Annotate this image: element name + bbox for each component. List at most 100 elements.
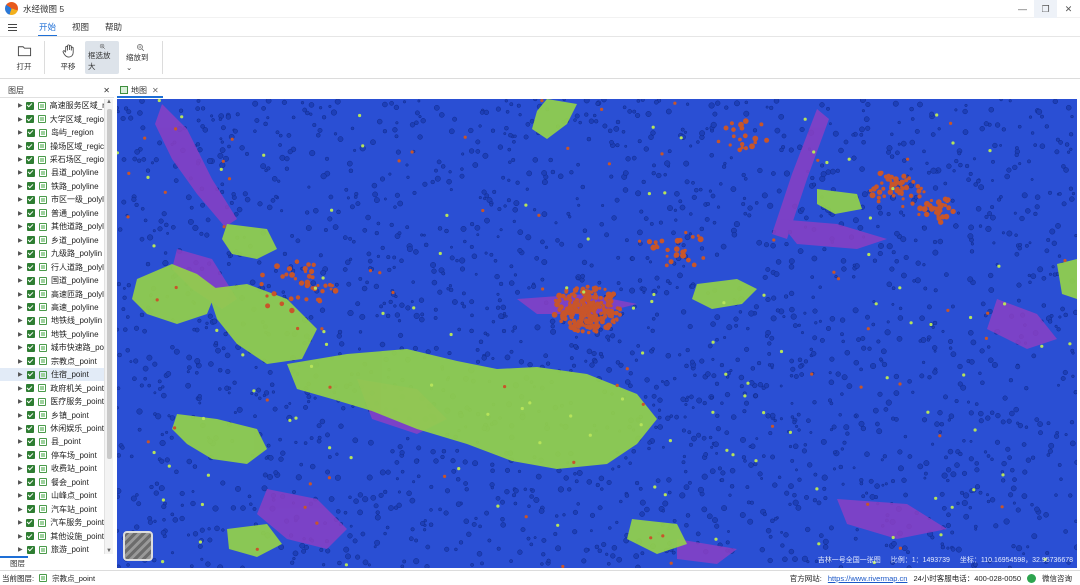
layer-visibility-checkbox[interactable] <box>26 397 35 406</box>
expand-chevron-icon[interactable]: ▶ <box>18 116 23 123</box>
layer-visibility-checkbox[interactable] <box>27 249 35 258</box>
pan-button[interactable]: 平移 <box>56 41 80 74</box>
layer-item[interactable]: ▶ 操场区域_regic <box>0 139 104 152</box>
layer-visibility-checkbox[interactable] <box>26 384 35 393</box>
layer-visibility-checkbox[interactable] <box>26 532 35 541</box>
layer-visibility-checkbox[interactable] <box>26 518 35 527</box>
expand-chevron-icon[interactable]: ▶ <box>18 210 24 217</box>
menu-view[interactable]: 视图 <box>71 21 90 33</box>
close-icon[interactable]: ✕ <box>103 86 110 95</box>
site-link[interactable]: https://www.rivermap.cn <box>828 574 908 583</box>
layer-item[interactable]: ▶ 政府机关_point <box>0 381 104 394</box>
layer-item[interactable]: ▶ 高速匝路_polyl <box>0 287 104 300</box>
expand-chevron-icon[interactable]: ▶ <box>18 277 24 284</box>
layer-item[interactable]: ▶ 其他设施_point <box>0 529 104 542</box>
expand-chevron-icon[interactable]: ▶ <box>18 250 24 257</box>
layer-item[interactable]: ▶ 市区一级_polyl <box>0 193 104 206</box>
expand-chevron-icon[interactable]: ▶ <box>18 438 24 445</box>
expand-chevron-icon[interactable]: ▶ <box>18 546 24 553</box>
layer-item[interactable]: ▶ 山峰点_point <box>0 489 104 502</box>
layer-item[interactable]: ▶ 休闲娱乐_point <box>0 422 104 435</box>
layer-item[interactable]: ▶ 高速服务区域_reg <box>0 99 104 112</box>
expand-chevron-icon[interactable]: ▶ <box>18 479 24 486</box>
layer-list-scrollbar[interactable]: ▲ ▼ <box>104 99 113 554</box>
layer-item[interactable]: ▶ 城市快速路_po <box>0 341 104 354</box>
layer-item[interactable]: ▶ 九级路_polylin <box>0 247 104 260</box>
layer-visibility-checkbox[interactable] <box>26 142 35 151</box>
layer-visibility-checkbox[interactable] <box>27 545 35 554</box>
scroll-up-icon[interactable]: ▲ <box>106 99 112 105</box>
layer-item[interactable]: ▶ 地铁_polyline <box>0 328 104 341</box>
layer-visibility-checkbox[interactable] <box>27 222 35 231</box>
layer-item[interactable]: ▶ 大学区域_regio <box>0 112 104 125</box>
expand-chevron-icon[interactable]: ▶ <box>18 371 24 378</box>
expand-chevron-icon[interactable]: ▶ <box>18 533 23 540</box>
layer-item[interactable]: ▶ 铁路_polyline <box>0 180 104 193</box>
minimize-button[interactable]: — <box>1011 0 1034 18</box>
basemap-switcher-button[interactable] <box>123 531 153 561</box>
layer-visibility-checkbox[interactable] <box>27 263 35 272</box>
layer-item[interactable]: ▶ 乡道_polyline <box>0 234 104 247</box>
map-tab[interactable]: 地图 ✕ <box>117 84 163 98</box>
layer-item[interactable]: ▶ 停车场_point <box>0 449 104 462</box>
expand-chevron-icon[interactable]: ▶ <box>18 385 23 392</box>
layer-visibility-checkbox[interactable] <box>27 464 35 473</box>
scroll-down-icon[interactable]: ▼ <box>106 548 112 554</box>
layer-item[interactable]: ▶ 收费站_point <box>0 462 104 475</box>
layer-item[interactable]: ▶ 国道_polyline <box>0 274 104 287</box>
layer-visibility-checkbox[interactable] <box>25 101 34 110</box>
layer-visibility-checkbox[interactable] <box>25 155 34 164</box>
hamburger-menu-icon[interactable] <box>8 23 24 31</box>
expand-chevron-icon[interactable]: ▶ <box>18 317 24 324</box>
expand-chevron-icon[interactable]: ▶ <box>18 304 24 311</box>
expand-chevron-icon[interactable]: ▶ <box>18 264 24 271</box>
zoom-to-button[interactable]: 缩放到 ⌄ <box>123 41 157 74</box>
expand-chevron-icon[interactable]: ▶ <box>18 156 23 163</box>
layer-visibility-checkbox[interactable] <box>27 451 35 460</box>
expand-chevron-icon[interactable]: ▶ <box>18 143 23 150</box>
expand-chevron-icon[interactable]: ▶ <box>18 331 24 338</box>
expand-chevron-icon[interactable]: ▶ <box>18 425 23 432</box>
layer-visibility-checkbox[interactable] <box>27 290 35 299</box>
layer-visibility-checkbox[interactable] <box>27 478 35 487</box>
layer-item[interactable]: ▶ 汽车服务_point <box>0 516 104 529</box>
layer-item[interactable]: ▶ 县道_polyline <box>0 166 104 179</box>
expand-chevron-icon[interactable]: ▶ <box>18 519 23 526</box>
scrollbar-thumb[interactable] <box>107 109 112 459</box>
expand-chevron-icon[interactable]: ▶ <box>18 465 24 472</box>
wechat-consult-link[interactable]: 微信咨询 <box>1042 573 1072 584</box>
layer-visibility-checkbox[interactable] <box>26 424 35 433</box>
expand-chevron-icon[interactable]: ▶ <box>18 452 24 459</box>
layer-visibility-checkbox[interactable] <box>27 168 35 177</box>
layer-item[interactable]: ▶ 宗教点_point <box>0 355 104 368</box>
layer-visibility-checkbox[interactable] <box>27 370 35 379</box>
layer-item[interactable]: ▶ 普通_polyline <box>0 207 104 220</box>
expand-chevron-icon[interactable]: ▶ <box>18 492 24 499</box>
zoom-box-button[interactable]: 框选放大 <box>85 41 119 74</box>
expand-chevron-icon[interactable]: ▶ <box>18 506 24 513</box>
layer-item[interactable]: ▶ 县_point <box>0 435 104 448</box>
layer-item[interactable]: ▶ 地铁线_polylin <box>0 314 104 327</box>
layer-item[interactable]: ▶ 采石场区_regio <box>0 153 104 166</box>
layer-item[interactable]: ▶ 行人道路_polyl <box>0 260 104 273</box>
layer-visibility-checkbox[interactable] <box>27 330 35 339</box>
layer-item[interactable]: ▶ 其他道路_polyl <box>0 220 104 233</box>
restore-button[interactable]: ❐ <box>1034 0 1057 18</box>
map-canvas[interactable]: 吉林一号全国一张图 比例：1：1493739 坐标：110.16954598，3… <box>117 99 1077 568</box>
layer-visibility-checkbox[interactable] <box>27 316 35 325</box>
chevron-down-icon[interactable]: ⌄ <box>126 63 132 72</box>
layer-visibility-checkbox[interactable] <box>26 343 35 352</box>
layer-visibility-checkbox[interactable] <box>27 128 35 137</box>
expand-chevron-icon[interactable]: ▶ <box>18 169 24 176</box>
layer-item[interactable]: ▶ 旅游_point <box>0 543 104 554</box>
layer-visibility-checkbox[interactable] <box>27 182 35 191</box>
layer-visibility-checkbox[interactable] <box>27 437 35 446</box>
layer-visibility-checkbox[interactable] <box>27 236 35 245</box>
layer-visibility-checkbox[interactable] <box>27 276 35 285</box>
layer-visibility-checkbox[interactable] <box>27 195 35 204</box>
layer-item[interactable]: ▶ 汽车站_point <box>0 503 104 516</box>
layer-panel-tab[interactable]: 图层 <box>0 556 28 568</box>
layer-visibility-checkbox[interactable] <box>27 303 35 312</box>
expand-chevron-icon[interactable]: ▶ <box>18 129 24 136</box>
layer-visibility-checkbox[interactable] <box>27 411 35 420</box>
